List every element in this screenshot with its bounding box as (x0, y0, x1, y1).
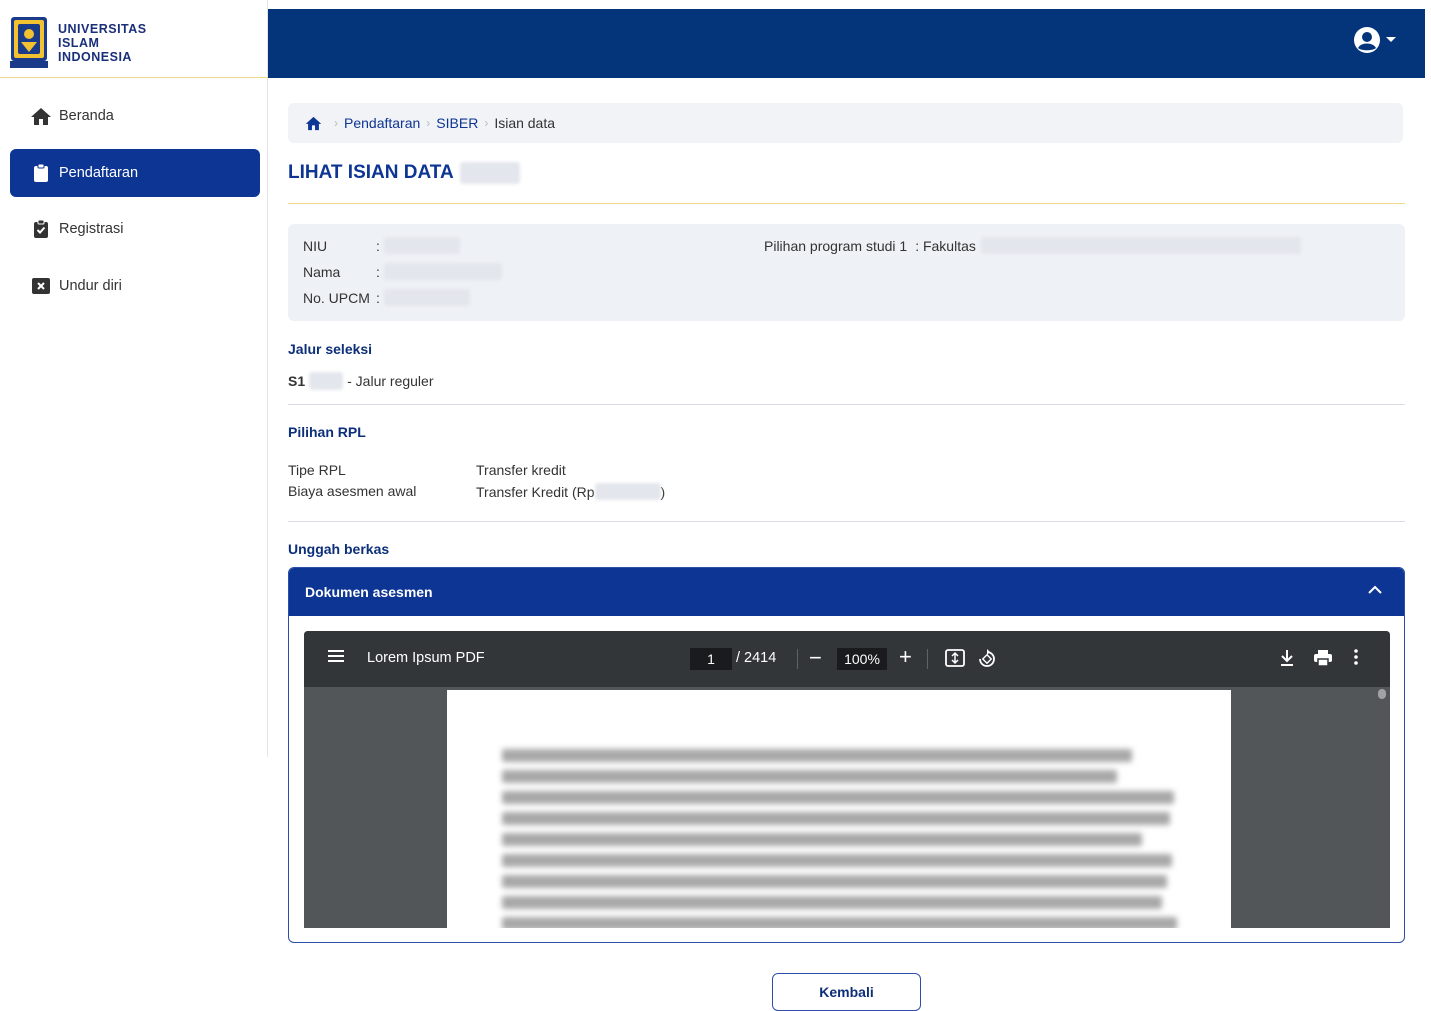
sidebar-item-pendaftaran[interactable]: Pendaftaran (10, 148, 260, 197)
divider (288, 521, 1405, 522)
section-title-unggah: Unggah berkas (288, 541, 390, 557)
sidebar-item-undur-diri[interactable]: Undur diri (10, 262, 260, 310)
back-button[interactable]: Kembali (772, 973, 921, 1011)
chevron-right-icon: › (334, 116, 338, 130)
zoom-out-icon[interactable]: − (809, 645, 822, 671)
top-bar (268, 9, 1425, 78)
fit-page-icon[interactable] (945, 649, 965, 671)
sidebar-item-label: Registrasi (59, 221, 124, 237)
breadcrumb: › Pendaftaran › SIBER › Isian data (288, 103, 1403, 143)
uii-emblem-icon (10, 16, 48, 68)
divider (927, 649, 928, 669)
clipboard-icon (30, 163, 52, 183)
university-logo[interactable]: UNIVERSITAS ISLAM INDONESIA (10, 16, 260, 76)
redacted-value (980, 237, 1301, 254)
panel-header[interactable]: Dokumen asesmen (289, 568, 1404, 616)
pdf-title: Lorem Ipsum PDF (367, 650, 485, 666)
menu-icon[interactable] (327, 649, 345, 667)
user-circle-icon (1354, 27, 1380, 53)
blurred-text-line (502, 812, 1170, 825)
redacted-value (384, 289, 470, 306)
redacted-value (384, 237, 460, 254)
chevron-right-icon: › (426, 116, 431, 130)
jalur-value: S1 - Jalur reguler (288, 372, 434, 390)
rpl-biaya-value: Transfer Kredit (Rp ) (476, 483, 666, 500)
blurred-text-line (502, 791, 1174, 804)
home-icon (30, 106, 52, 126)
rpl-tipe-value: Transfer kredit (476, 462, 566, 478)
sidebar-item-registrasi[interactable]: Registrasi (10, 205, 260, 253)
pdf-viewer[interactable]: Lorem Ipsum PDF / 2414 − + (304, 631, 1390, 928)
print-icon[interactable] (1313, 649, 1333, 671)
info-row-upcm: No. UPCM : (303, 289, 470, 306)
close-box-icon (30, 276, 52, 296)
home-icon[interactable] (305, 116, 322, 131)
divider (288, 203, 1405, 204)
page-title: LIHAT ISIAN DATA (288, 162, 520, 184)
blurred-text-line (502, 917, 1177, 928)
breadcrumb-current: Isian data (494, 115, 556, 131)
sidebar: UNIVERSITAS ISLAM INDONESIA Beranda Pend… (0, 0, 268, 757)
blurred-text-line (502, 896, 1162, 909)
sidebar-item-label: Pendaftaran (59, 164, 139, 181)
divider (0, 77, 268, 78)
redacted-value (309, 372, 344, 390)
sidebar-item-label: Undur diri (59, 277, 122, 294)
pdf-page (447, 690, 1231, 928)
pdf-zoom-input[interactable] (837, 648, 887, 670)
rpl-tipe-label: Tipe RPL (288, 462, 346, 478)
user-menu-button[interactable] (1353, 26, 1397, 54)
section-title-rpl: Pilihan RPL (288, 424, 366, 440)
pdf-toolbar: Lorem Ipsum PDF / 2414 − + (304, 631, 1390, 687)
blurred-text-line (502, 875, 1167, 888)
breadcrumb-link-siber[interactable]: SIBER (436, 115, 478, 131)
sidebar-item-beranda[interactable]: Beranda (10, 92, 260, 140)
rotate-icon[interactable] (977, 649, 997, 673)
section-title-jalur: Jalur seleksi (288, 341, 373, 357)
redacted-value (459, 162, 520, 184)
info-row-prodi: Pilihan program studi 1 : Fakultas (764, 237, 1301, 254)
info-row-niu: NIU : (303, 237, 460, 254)
chevron-up-icon[interactable] (1368, 582, 1382, 598)
blurred-text-line (502, 833, 1142, 846)
dokumen-asesmen-panel: Dokumen asesmen Lorem Ipsum PDF / 2414 −… (288, 567, 1405, 943)
clipboard-check-icon (30, 219, 52, 239)
download-icon[interactable] (1279, 649, 1295, 671)
sidebar-nav: Beranda Pendaftaran Registrasi Undur dir… (10, 92, 260, 318)
breadcrumb-link-pendaftaran[interactable]: Pendaftaran (344, 115, 420, 131)
rpl-biaya-label: Biaya asesmen awal (288, 483, 417, 499)
more-options-icon[interactable] (1354, 649, 1358, 669)
university-name: UNIVERSITAS ISLAM INDONESIA (58, 22, 147, 64)
blurred-text-line (502, 770, 1117, 783)
redacted-value (384, 263, 502, 280)
caret-down-icon (1386, 37, 1396, 42)
applicant-info-box: NIU : Nama : No. UPCM : Pilihan program … (288, 224, 1405, 321)
info-row-nama: Nama : (303, 263, 502, 280)
zoom-in-icon[interactable]: + (899, 644, 912, 670)
chevron-right-icon: › (484, 116, 489, 130)
blurred-text-line (502, 854, 1172, 867)
divider (288, 404, 1405, 405)
pdf-page-total: / 2414 (736, 650, 777, 666)
blurred-text-line (502, 749, 1132, 762)
redacted-value (594, 483, 661, 500)
pdf-scrollbar[interactable] (1378, 689, 1386, 699)
pdf-page-input[interactable] (690, 648, 732, 670)
sidebar-item-label: Beranda (59, 108, 114, 124)
divider (797, 649, 798, 669)
